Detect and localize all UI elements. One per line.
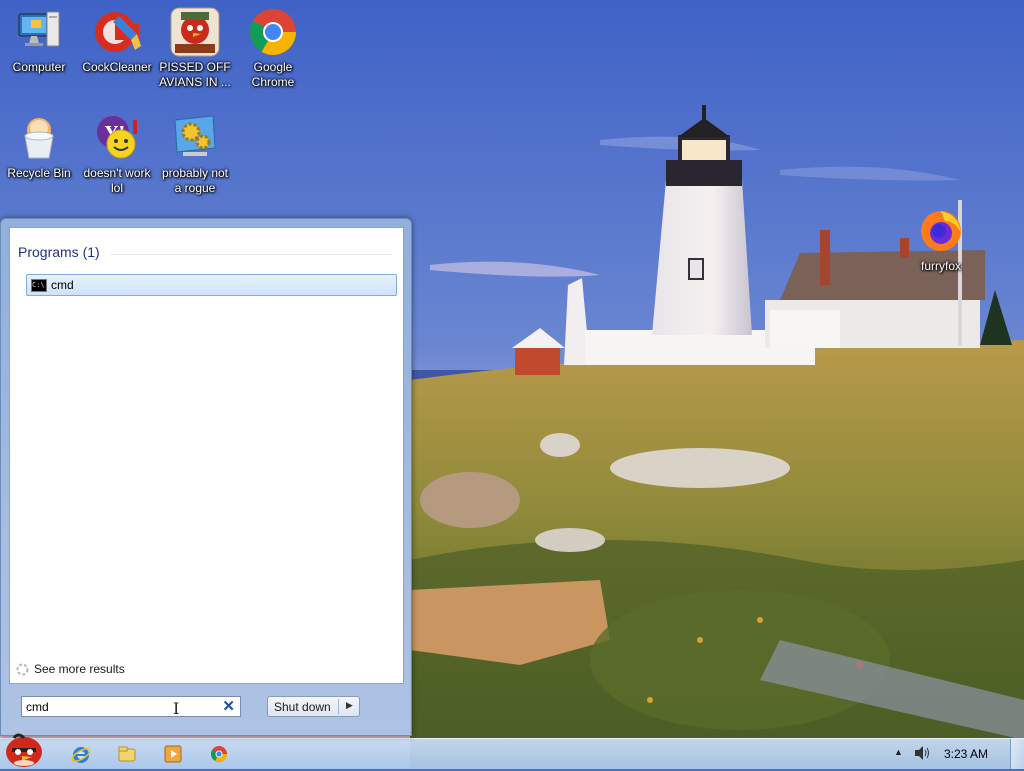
windows-explorer-icon [118, 746, 136, 762]
angry-birds-seasons-icon [169, 6, 221, 58]
show-hidden-icons-arrow-icon[interactable]: ▲ [894, 747, 903, 757]
chrome-icon [211, 746, 227, 762]
desktop-icon-ccleaner[interactable]: CockCleaner [79, 6, 155, 75]
taskbar-media-player[interactable] [162, 743, 184, 765]
show-desktop-button[interactable] [1010, 739, 1024, 769]
text-cursor-icon: I [173, 699, 180, 718]
internet-explorer-icon [71, 747, 91, 763]
desktop-icon-label: furryfox [920, 259, 961, 273]
settings-gears-icon [169, 112, 221, 164]
desktop-icon-label: Google Chrome [251, 60, 295, 89]
shutdown-button[interactable]: Shut down ▶ [267, 696, 360, 717]
desktop-icon-angry-birds[interactable]: PISSED OFF AVIANS IN ... [157, 6, 233, 90]
shutdown-label: Shut down [274, 700, 331, 714]
volume-icon[interactable] [913, 745, 931, 761]
recycle-bin-icon [13, 112, 65, 164]
shutdown-options-arrow-icon[interactable]: ▶ [346, 700, 353, 711]
desktop-icon-label: PISSED OFF AVIANS IN ... [159, 60, 231, 89]
media-player-icon [164, 745, 182, 763]
chrome-icon [247, 6, 299, 58]
clear-search-icon[interactable]: ✕ [222, 698, 235, 715]
programs-header: Programs (1) [18, 244, 100, 260]
start-menu: Programs (1) C:\ cmd See more results ✕ … [0, 218, 412, 736]
desktop-icon-label: Recycle Bin [7, 166, 71, 180]
system-clock[interactable]: 3:23 AM [944, 747, 988, 761]
taskbar-internet-explorer[interactable] [70, 743, 92, 765]
start-menu-results-pane: Programs (1) C:\ cmd See more results [9, 227, 404, 684]
yahoo-messenger-icon: Y! [91, 112, 143, 164]
desktop-icon-recycle-bin[interactable]: Recycle Bin [1, 112, 77, 181]
computer-icon [13, 6, 65, 58]
desktop-icon-label: doesn't work lol [83, 166, 151, 195]
desktop-icon-label: Computer [12, 60, 66, 74]
taskbar-chrome[interactable] [208, 743, 230, 765]
angry-bird-start-orb-icon [6, 733, 42, 767]
search-result-label: cmd [51, 278, 74, 292]
desktop-icon-yahoo[interactable]: Y! doesn't work lol [79, 112, 155, 196]
start-search-box[interactable]: ✕ [21, 696, 241, 717]
desktop-icon-label: probably not a rogue [161, 166, 229, 195]
desktop-icon-rogue[interactable]: probably not a rogue [157, 112, 233, 196]
see-more-results-link[interactable]: See more results [16, 662, 125, 676]
see-more-label: See more results [34, 662, 125, 676]
header-divider [110, 254, 392, 255]
ccleaner-icon [91, 6, 143, 58]
taskbar: ▲ 3:23 AM [0, 738, 1024, 769]
start-button[interactable] [2, 730, 46, 768]
desktop-icon-chrome[interactable]: Google Chrome [235, 6, 311, 90]
firefox-icon [915, 205, 967, 257]
taskbar-windows-explorer[interactable] [116, 743, 138, 765]
search-progress-icon [16, 663, 29, 676]
start-search-input[interactable] [26, 699, 216, 714]
shutdown-separator [338, 699, 339, 714]
desktop-icon-label: CockCleaner [82, 60, 152, 74]
command-prompt-icon: C:\ [31, 279, 47, 292]
search-result-cmd[interactable]: C:\ cmd [26, 274, 397, 296]
desktop-icon-computer[interactable]: Computer [1, 6, 77, 75]
start-menu-bottom-bar: ✕ I Shut down ▶ [9, 687, 402, 727]
desktop-icon-firefox[interactable]: furryfox [903, 205, 979, 274]
